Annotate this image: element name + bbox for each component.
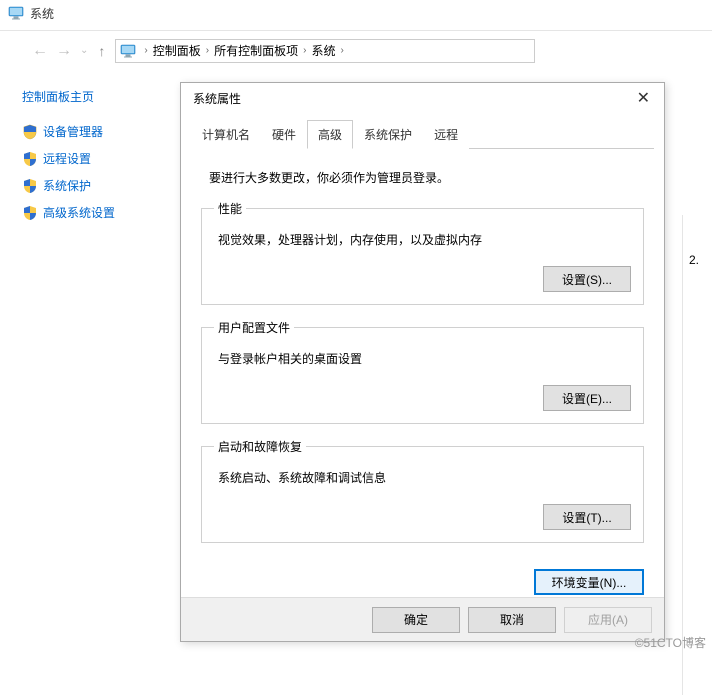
dialog-body: 要进行大多数更改，你必须作为管理员登录。 性能 视觉效果，处理器计划，内存使用，… [181,149,664,567]
group-startup-recovery: 启动和故障恢复 系统启动、系统故障和调试信息 设置(T)... [201,438,644,543]
group-performance: 性能 视觉效果，处理器计划，内存使用，以及虚拟内存 设置(S)... [201,200,644,305]
apply-button: 应用(A) [564,607,652,633]
group-user-profiles: 用户配置文件 与登录帐户相关的桌面设置 设置(E)... [201,319,644,424]
tab-advanced[interactable]: 高级 [307,120,353,149]
sidebar-item-device-manager[interactable]: 设备管理器 [22,123,175,140]
tab-computer-name[interactable]: 计算机名 [191,120,261,149]
performance-settings-button[interactable]: 设置(S)... [543,266,631,292]
dialog-tabs: 计算机名 硬件 高级 系统保护 远程 [191,119,654,149]
shield-icon [22,205,38,221]
window-title: 系统 [30,5,54,22]
right-panel-fragment: 2. [682,215,712,695]
tab-remote[interactable]: 远程 [423,120,469,149]
window-title-bar: 系统 [0,0,712,26]
dialog-title-bar[interactable]: 系统属性 ✕ [181,83,664,113]
close-icon[interactable]: ✕ [631,88,656,108]
sidebar-item-advanced-settings[interactable]: 高级系统设置 [22,204,175,221]
sidebar-item-label: 系统保护 [43,177,91,194]
nav-recent-icon[interactable]: ⌄ [76,45,92,56]
monitor-icon [120,44,136,58]
breadcrumb-sep: › [298,45,311,56]
watermark: ©51CTO博客 [635,634,706,651]
dialog-footer: 确定 取消 应用(A) [181,597,664,641]
tab-system-protection[interactable]: 系统保护 [353,120,423,149]
sidebar-item-label: 远程设置 [43,150,91,167]
dialog-title: 系统属性 [193,90,241,107]
sidebar: 控制面板主页 设备管理器 远程设置 [0,70,175,657]
shield-icon [22,178,38,194]
environment-variables-button[interactable]: 环境变量(N)... [534,569,644,595]
sidebar-item-label: 设备管理器 [43,123,103,140]
admin-note: 要进行大多数更改，你必须作为管理员登录。 [209,169,636,186]
sidebar-item-system-protection[interactable]: 系统保护 [22,177,175,194]
user-profiles-settings-button[interactable]: 设置(E)... [543,385,631,411]
group-legend: 启动和故障恢复 [214,438,306,455]
breadcrumb-sep: › [335,45,348,56]
breadcrumb-item[interactable]: 控制面板 [153,42,201,59]
nav-forward-icon[interactable]: → [52,42,76,60]
sidebar-item-label: 高级系统设置 [43,204,115,221]
nav-bar: ← → ⌄ ↑ › 控制面板 › 所有控制面板项 › 系统 › [0,30,712,70]
tab-hardware[interactable]: 硬件 [261,120,307,149]
cancel-button[interactable]: 取消 [468,607,556,633]
breadcrumb-sep: › [139,45,152,56]
nav-back-icon[interactable]: ← [28,42,52,60]
breadcrumb-item[interactable]: 系统 [311,42,335,59]
nav-up-icon[interactable]: ↑ [98,43,105,59]
shield-icon [22,151,38,167]
shield-icon [22,124,38,140]
ok-button[interactable]: 确定 [372,607,460,633]
group-legend: 性能 [214,200,246,217]
breadcrumb[interactable]: › 控制面板 › 所有控制面板项 › 系统 › [115,39,535,63]
group-desc: 视觉效果，处理器计划，内存使用，以及虚拟内存 [218,231,631,248]
group-legend: 用户配置文件 [214,319,294,336]
startup-recovery-settings-button[interactable]: 设置(T)... [543,504,631,530]
system-properties-dialog: 系统属性 ✕ 计算机名 硬件 高级 系统保护 远程 要进行大多数更改，你必须作为… [180,82,665,642]
group-desc: 系统启动、系统故障和调试信息 [218,469,631,486]
breadcrumb-sep: › [201,45,214,56]
breadcrumb-item[interactable]: 所有控制面板项 [214,42,298,59]
sidebar-home-link[interactable]: 控制面板主页 [22,88,175,105]
monitor-icon [8,6,24,20]
group-desc: 与登录帐户相关的桌面设置 [218,350,631,367]
sidebar-item-remote-settings[interactable]: 远程设置 [22,150,175,167]
